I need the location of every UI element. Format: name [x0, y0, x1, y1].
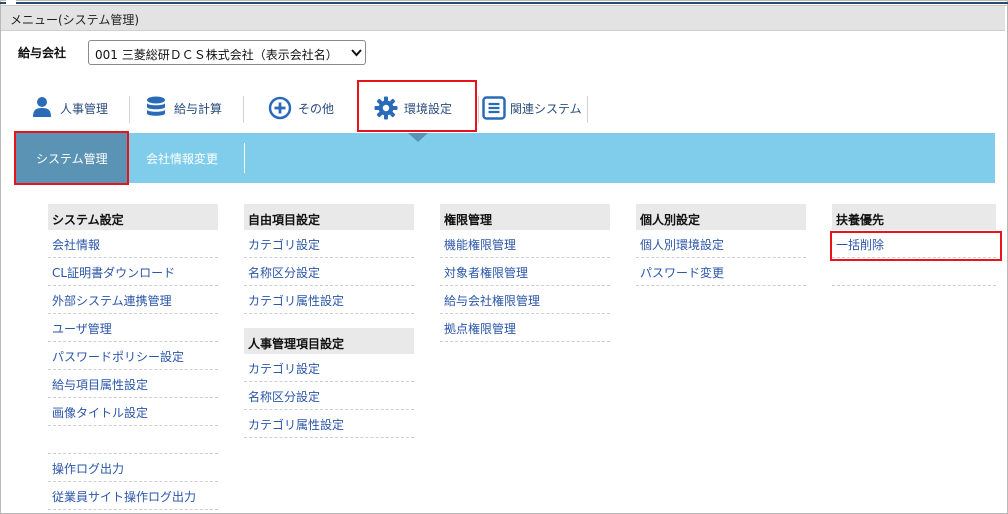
menu-link[interactable]: カテゴリ設定: [244, 354, 414, 382]
menu-column-jiyu-komoku: 自由項目設定 カテゴリ設定 名称区分設定 カテゴリ属性設定 人事管理項目設定 カ…: [244, 204, 414, 438]
menu-link[interactable]: カテゴリ設定: [244, 230, 414, 258]
nav-label: その他: [298, 102, 335, 116]
active-nav-pointer: [408, 133, 428, 142]
nav-jinji-kanri[interactable]: 人事管理: [32, 92, 122, 124]
company-label: 給与会社: [18, 46, 67, 60]
menu-link[interactable]: 個人別環境設定: [636, 230, 806, 258]
section-heading: システム設定: [48, 204, 218, 230]
plus-circle-icon: [268, 96, 292, 120]
nav-divider: [587, 96, 588, 123]
highlight-box-ikkatsu-sakujo: [830, 231, 1002, 261]
empty-row: [832, 258, 996, 286]
menu-link[interactable]: パスワードポリシー設定: [48, 342, 218, 370]
menu-column-system-settei: システム設定 会社情報 CL証明書ダウンロード 外部システム連携管理 ユーザ管理…: [48, 204, 218, 510]
highlight-box-kankyo-settei: [357, 80, 477, 132]
menu-link[interactable]: 拠点権限管理: [440, 314, 610, 342]
list-icon: [482, 96, 506, 120]
company-select-value: 001 三菱総研ＤＣＳ株式会社（表示会社名）: [95, 48, 338, 62]
menu-title-bar: メニュー(システム管理): [1, 6, 1005, 31]
chevron-down-icon: [351, 49, 362, 57]
nav-divider: [478, 96, 479, 123]
nav-divider: [129, 96, 130, 123]
menu-link[interactable]: パスワード変更: [636, 258, 806, 286]
nav-sonota[interactable]: その他: [268, 92, 348, 124]
menu-link[interactable]: カテゴリ属性設定: [244, 410, 414, 438]
menu-link[interactable]: 従業員サイト操作ログ出力: [48, 482, 218, 510]
section-heading: 自由項目設定: [244, 204, 414, 230]
menu-title: メニュー(システム管理): [10, 13, 140, 27]
company-select[interactable]: 001 三菱総研ＤＣＳ株式会社（表示会社名）: [88, 40, 366, 65]
nav-kyuyo-keisan[interactable]: 給与計算: [146, 92, 236, 124]
database-icon: [147, 96, 165, 116]
menu-link[interactable]: 機能権限管理: [440, 230, 610, 258]
nav-divider: [243, 96, 244, 123]
tab-divider: [244, 143, 245, 173]
empty-row: [48, 426, 218, 454]
tab-kaisha-joho-henko[interactable]: 会社情報変更: [132, 133, 245, 183]
menu-link[interactable]: 会社情報: [48, 230, 218, 258]
nav-label: 給与計算: [174, 102, 223, 116]
menu-link[interactable]: 画像タイトル設定: [48, 398, 218, 426]
menu-link[interactable]: 操作ログ出力: [48, 454, 218, 482]
menu-link[interactable]: 給与会社権限管理: [440, 286, 610, 314]
section-heading: 権限管理: [440, 204, 610, 230]
tab-label: 会社情報変更: [146, 152, 219, 166]
nav-label: 人事管理: [60, 102, 109, 116]
menu-link[interactable]: 名称区分設定: [244, 382, 414, 410]
nav-kanren-system[interactable]: 関連システム: [482, 92, 592, 124]
section-heading: 扶養優先: [832, 204, 996, 230]
menu-link[interactable]: 対象者権限管理: [440, 258, 610, 286]
menu-link[interactable]: 給与項目属性設定: [48, 370, 218, 398]
menu-link[interactable]: ユーザ管理: [48, 314, 218, 342]
menu-link[interactable]: カテゴリ属性設定: [244, 286, 414, 314]
menu-column-kojinbetsu: 個人別設定 個人別環境設定 パスワード変更: [636, 204, 806, 286]
person-icon: [33, 97, 51, 117]
section-heading: 個人別設定: [636, 204, 806, 230]
menu-column-kengen-kanri: 権限管理 機能権限管理 対象者権限管理 給与会社権限管理 拠点権限管理: [440, 204, 610, 342]
highlight-box-system-kanri: [14, 131, 129, 185]
menu-link[interactable]: CL証明書ダウンロード: [48, 258, 218, 286]
nav-label: 関連システム: [510, 102, 582, 116]
menu-link[interactable]: 外部システム連携管理: [48, 286, 218, 314]
menu-link[interactable]: 名称区分設定: [244, 258, 414, 286]
section-heading: 人事管理項目設定: [244, 328, 414, 354]
